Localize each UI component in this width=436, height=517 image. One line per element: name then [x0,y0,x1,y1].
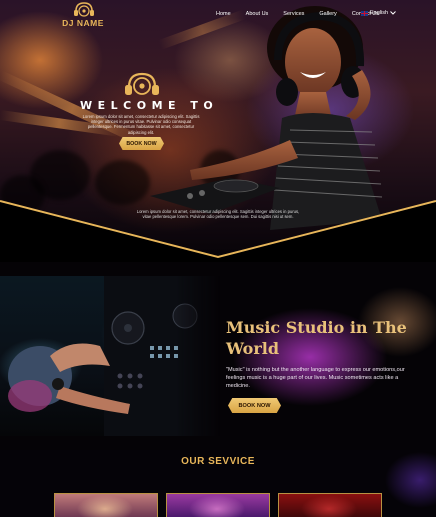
nav-item-services[interactable]: Services [283,11,304,17]
brand-logo[interactable]: DJ NAME [62,2,105,28]
vinyl-headphones-icon [125,72,159,95]
hero-bottom-text: Lorem ipsum dolor sit amet, consectetur … [136,209,300,220]
language-selector[interactable]: English [361,10,396,16]
services-section: OUR SEVVICE [0,450,436,517]
studio-title: Music Studio in The World [226,318,407,358]
service-card[interactable] [278,493,382,517]
chevron-down-icon [390,11,396,15]
service-card[interactable] [166,493,270,517]
hero-title: WELCOME TO [80,99,219,112]
crowd-silhouette [95,160,150,205]
studio-description: "Music" is nothing but the another langu… [226,367,405,389]
hero-book-now-button[interactable]: BOOK NOW [119,137,164,150]
nav-item-about-us[interactable]: About Us [246,11,269,17]
dj-mixing-photo [0,276,220,436]
studio-book-now-button[interactable]: BOOK NOW [228,398,281,413]
top-navigation-bar: DJ NAME Home About Us Services Gallery C… [0,0,436,32]
hero-description: Lorem ipsum dolor sit amet, consectetur … [82,114,200,135]
nav-item-home[interactable]: Home [216,11,231,17]
language-label: English [370,10,389,16]
uk-flag-icon [361,10,368,16]
music-studio-section: Music Studio in The World "Music" is not… [0,262,436,450]
service-card[interactable] [54,493,158,517]
hero-section: DJ NAME Home About Us Services Gallery C… [0,0,436,262]
brand-name: DJ NAME [62,18,104,28]
vinyl-headphones-icon [74,2,94,17]
dj-console-illustration [8,276,220,436]
services-title: OUR SEVVICE [181,456,255,467]
nav-item-gallery[interactable]: Gallery [319,11,336,17]
